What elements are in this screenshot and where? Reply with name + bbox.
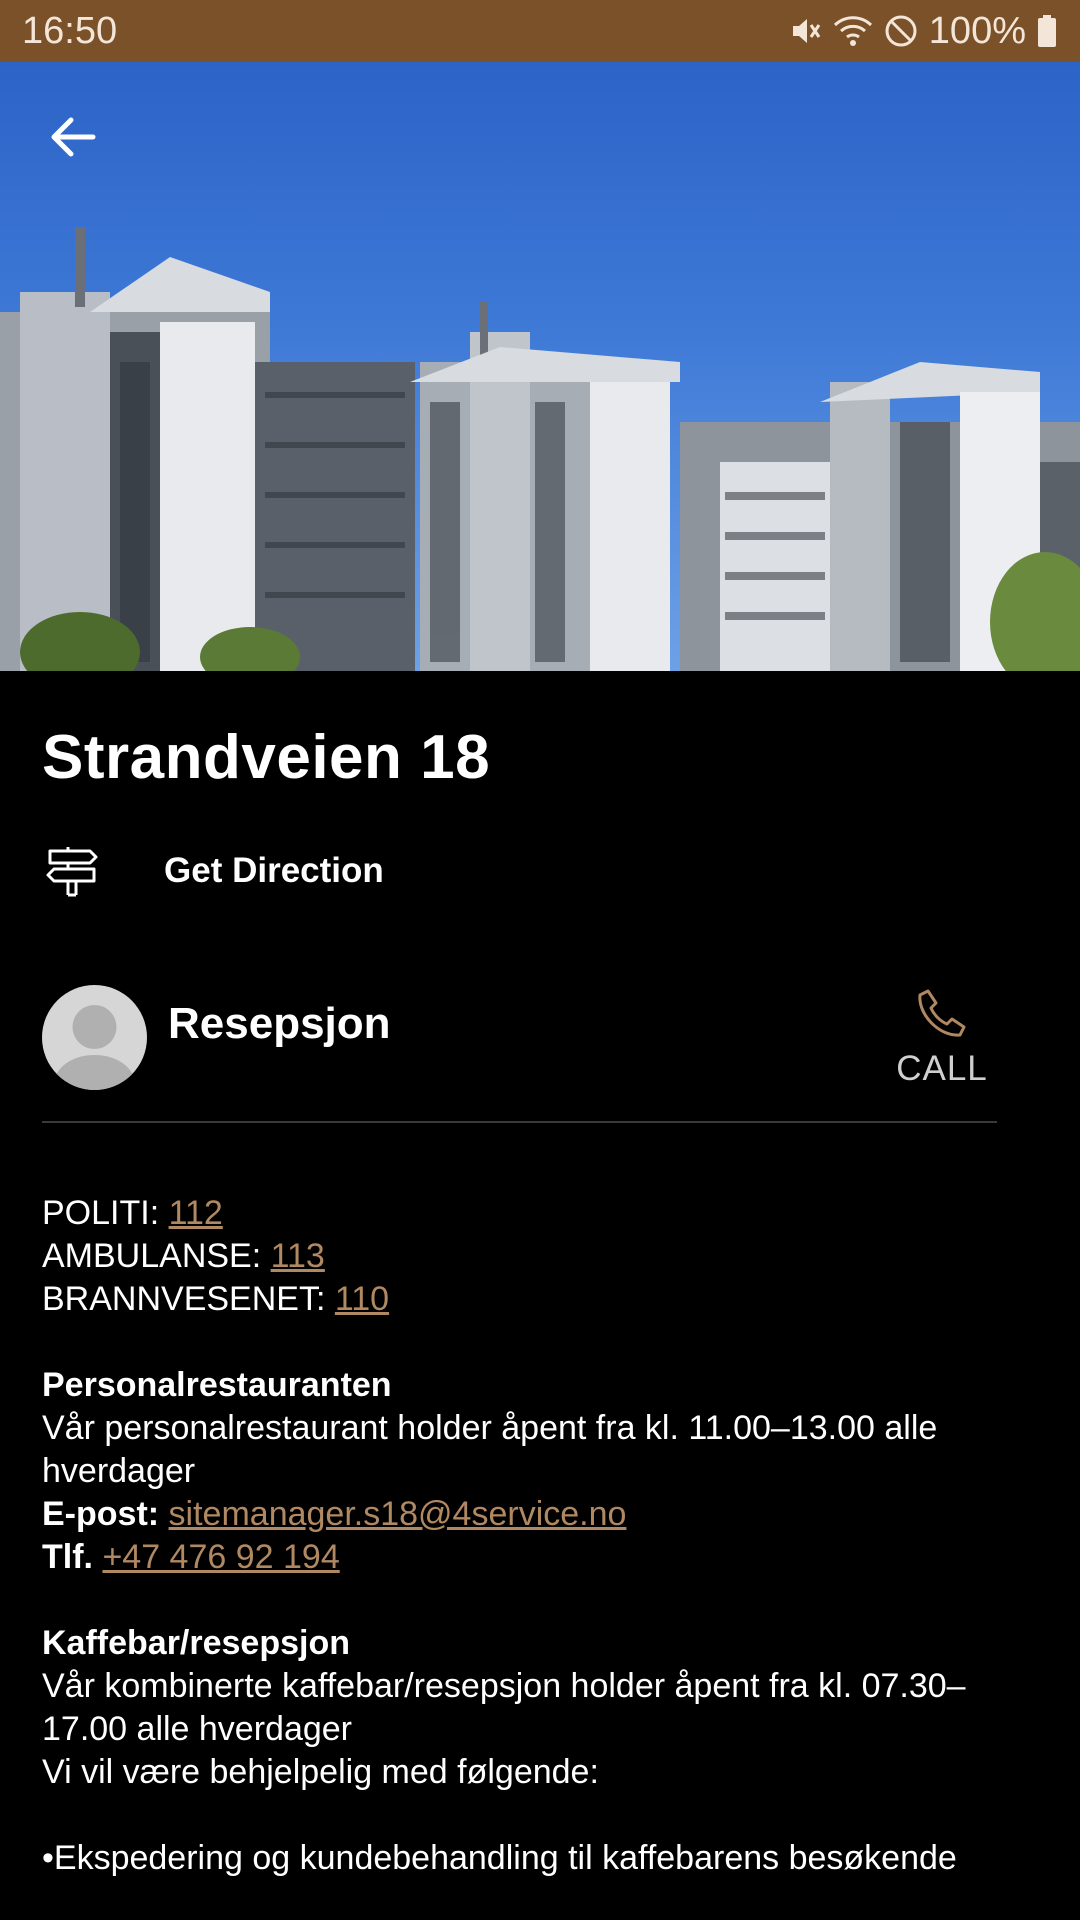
contact-row: Resepsjon CALL <box>42 985 997 1095</box>
building-illustration <box>0 227 1080 671</box>
building-photo <box>0 62 1080 671</box>
back-button[interactable] <box>38 102 108 172</box>
cafe-help-text: Vi vil være behjelpelig med følgende: <box>42 1753 599 1791</box>
ambulance-number-link[interactable]: 113 <box>271 1237 325 1275</box>
battery-icon <box>1036 13 1058 49</box>
battery-percent: 100% <box>928 9 1026 52</box>
page-title: Strandveien 18 <box>42 723 491 792</box>
status-time: 16:50 <box>22 9 118 52</box>
phone-link[interactable]: +47 476 92 194 <box>102 1538 339 1576</box>
divider <box>42 1121 997 1123</box>
phone-icon <box>918 989 966 1037</box>
signpost-icon <box>42 841 102 901</box>
call-label: CALL <box>896 1049 988 1088</box>
status-icons: 100% <box>787 10 1058 53</box>
call-button[interactable]: CALL <box>887 985 997 1095</box>
restaurant-email-row: E-post: sitemanager.s18@4service.no <box>42 1495 627 1533</box>
fire-number-link[interactable]: 110 <box>335 1280 389 1318</box>
get-direction-button[interactable]: Get Direction <box>42 836 384 906</box>
emergency-police: POLITI: 112 <box>42 1194 223 1232</box>
cafe-bullet: •Ekspedering og kundebehandling til kaff… <box>42 1839 957 1877</box>
restaurant-phone-row: Tlf. +47 476 92 194 <box>42 1538 340 1576</box>
arrow-left-icon <box>51 117 96 157</box>
email-link[interactable]: sitemanager.s18@4service.no <box>169 1495 627 1533</box>
emergency-fire: BRANNVESENET: 110 <box>42 1280 390 1318</box>
avatar <box>42 985 147 1090</box>
cafe-text: Vår kombinerte kaffebar/resepsjon holder… <box>42 1667 966 1748</box>
police-number-link[interactable]: 112 <box>169 1194 223 1232</box>
status-bar: 16:50 100% <box>0 0 1080 62</box>
contact-name: Resepsjon <box>168 999 391 1048</box>
mute-icon <box>787 13 823 49</box>
restaurant-text: Vår personalrestaurant holder åpent fra … <box>42 1409 938 1490</box>
emergency-ambulance: AMBULANSE: 113 <box>42 1237 325 1275</box>
wifi-icon <box>833 13 873 49</box>
cafe-heading: Kaffebar/resepsjon <box>42 1624 350 1662</box>
get-direction-label: Get Direction <box>164 851 384 890</box>
info-section: POLITI: 112 AMBULANSE: 113 BRANNVESENET:… <box>42 1192 1052 1880</box>
restaurant-heading: Personalrestauranten <box>42 1366 392 1404</box>
do-not-disturb-icon <box>883 13 919 49</box>
